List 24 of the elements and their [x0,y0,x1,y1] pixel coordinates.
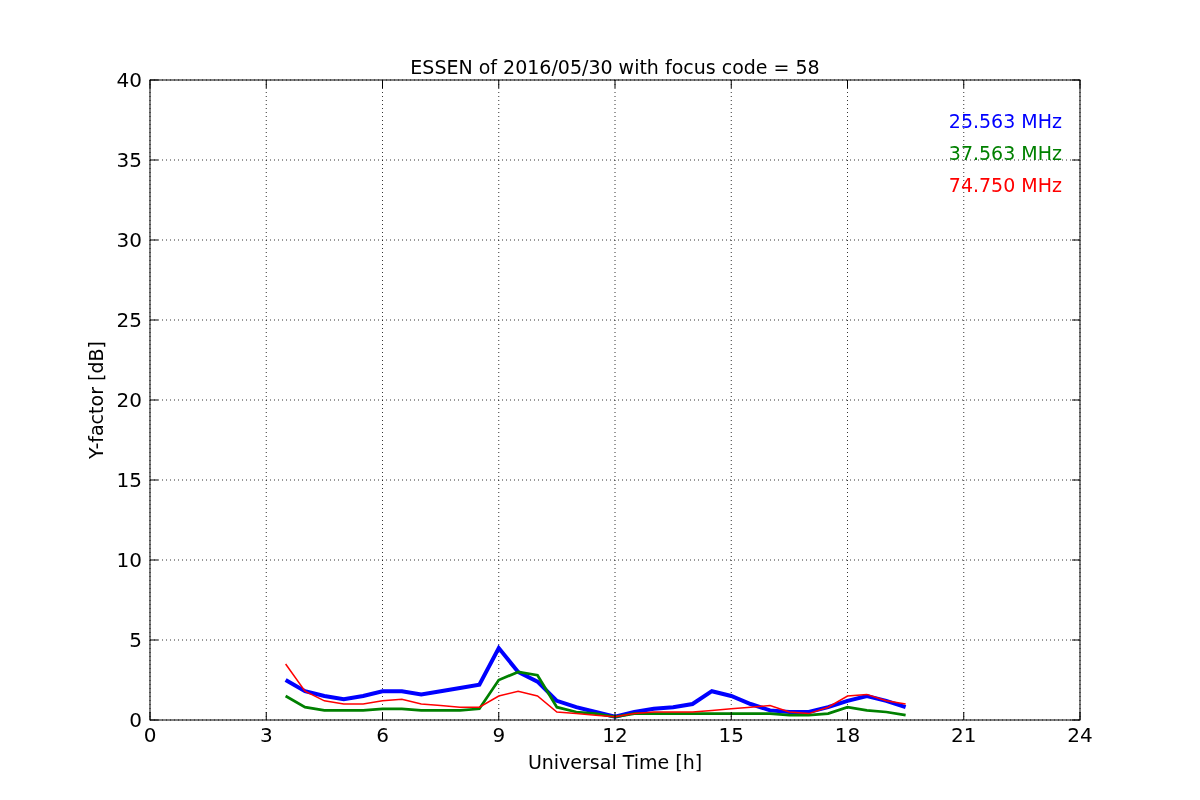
chart-title: ESSEN of 2016/05/30 with focus code = 58 [410,56,820,78]
tick-label: 12 [602,723,628,747]
tick-label: 25 [116,308,142,332]
tick-label: 9 [492,723,506,747]
tick-label: 21 [951,723,977,747]
legend-label: 74.750 MHz [948,174,1062,196]
legend-label: 25.563 MHz [948,110,1062,132]
tick-label: 24 [1067,723,1093,747]
tick-label: 5 [129,628,142,652]
tick-label: 20 [116,388,142,412]
axis-label: Universal Time [h] [527,751,703,773]
tick-label: 35 [116,148,142,172]
tick-label: 30 [116,228,142,252]
tick-label: 18 [834,723,861,747]
tick-label: 40 [116,68,142,92]
tick-label: 15 [116,468,142,492]
axis-label: Y-factor [dB] [85,341,107,459]
tick-label: 6 [376,723,389,747]
tick-label: 0 [143,723,157,747]
tick-label: 15 [718,723,744,747]
legend-label: 37.563 MHz [948,142,1062,164]
tick-label: 10 [116,548,142,572]
tick-label: 0 [129,708,142,732]
tick-label: 3 [259,723,273,747]
